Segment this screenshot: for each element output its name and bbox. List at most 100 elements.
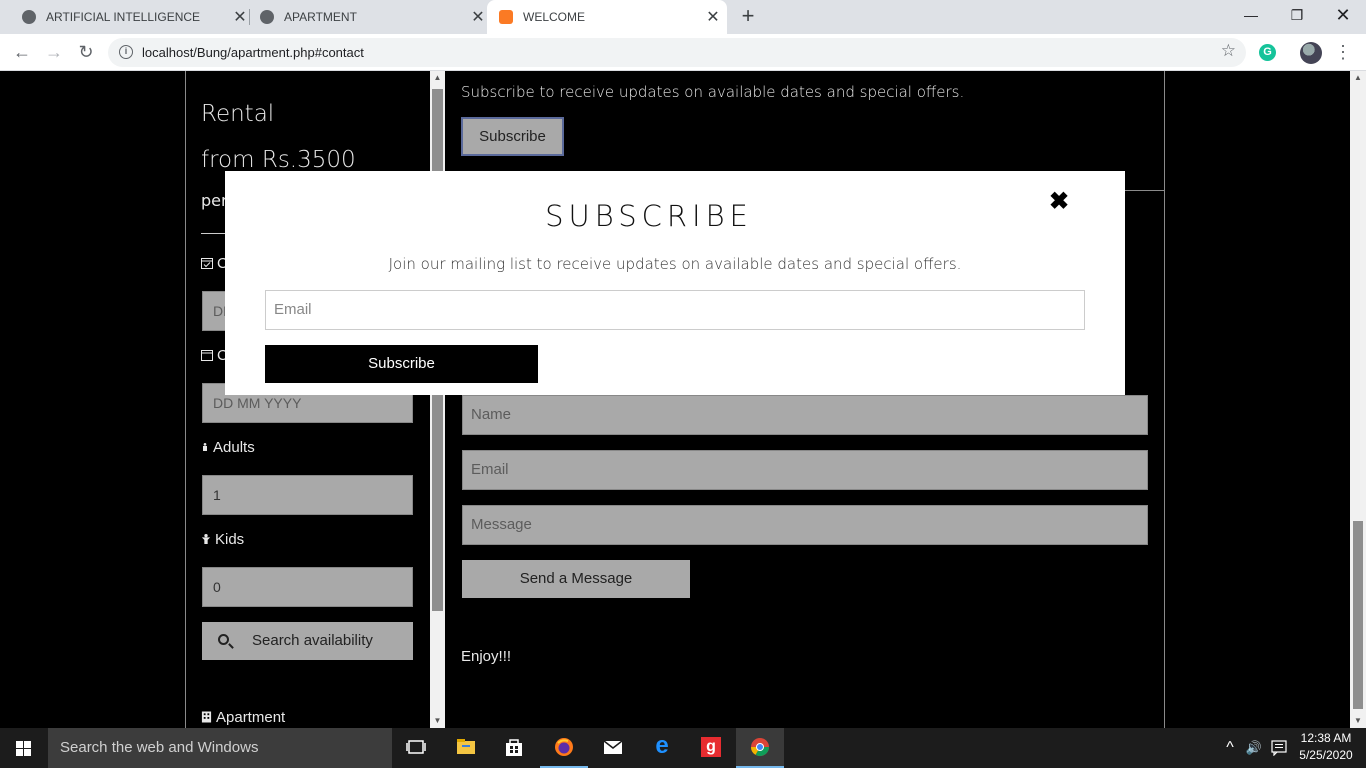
search-icon: [218, 634, 229, 645]
page-viewport: Rental from Rs.3500 per C DD C DD MM YYY…: [0, 71, 1366, 728]
maximize-button[interactable]: ❐: [1274, 0, 1320, 30]
task-view-icon: [406, 740, 426, 754]
url-text[interactable]: localhost/Bung/apartment.php#contact: [142, 45, 364, 60]
forward-button[interactable]: →: [41, 39, 67, 65]
profile-avatar[interactable]: [1300, 42, 1322, 64]
store-button[interactable]: [490, 728, 538, 768]
scroll-down-arrow-icon[interactable]: ▼: [430, 714, 445, 728]
firefox-icon: [555, 738, 573, 756]
clock-date: 5/25/2020: [1299, 748, 1353, 762]
rental-per: per: [201, 191, 228, 210]
xampp-icon: [499, 10, 513, 24]
tab-title: WELCOME: [523, 10, 586, 24]
checkin-label: C: [201, 255, 228, 272]
address-bar[interactable]: i localhost/Bung/apartment.php#contact ☆: [108, 38, 1246, 67]
column-divider: [1164, 71, 1165, 728]
clock-time: 12:38 AM: [1300, 731, 1352, 745]
store-bag-icon: [506, 739, 522, 756]
contact-email-input[interactable]: Email: [462, 450, 1148, 490]
send-message-button[interactable]: Send a Message: [462, 560, 690, 598]
globe-icon: [22, 10, 36, 24]
taskbar-search-box[interactable]: Search the web and Windows: [48, 728, 392, 768]
grammarly-extension-icon[interactable]: G: [1259, 44, 1276, 61]
tab-strip: ARTIFICIAL INTELLIGENCE ✕ APARTMENT ✕ WE…: [0, 0, 1366, 34]
contact-message-input[interactable]: Message: [462, 505, 1148, 545]
divider: [201, 233, 225, 234]
adults-label-text: Adults: [213, 439, 255, 456]
rental-price: from Rs.3500: [201, 147, 356, 173]
modal-email-input[interactable]: Email: [265, 290, 1085, 330]
minimize-button[interactable]: —: [1228, 0, 1274, 30]
kids-label: Kids: [201, 531, 244, 548]
notification-icon: [1271, 740, 1287, 757]
search-availability-label: Search availability: [252, 632, 373, 649]
system-clock[interactable]: 12:38 AM 5/25/2020: [1296, 730, 1356, 764]
adults-input[interactable]: 1: [202, 475, 413, 515]
tab-close-icon[interactable]: ✕: [470, 7, 486, 27]
tab-apartment[interactable]: APARTMENT ✕: [250, 0, 486, 34]
subscribe-modal: SUBSCRIBE ✖ Join our mailing list to rec…: [225, 171, 1125, 395]
enjoy-text: Enjoy!!!: [461, 648, 512, 665]
kids-label-text: Kids: [215, 531, 245, 548]
file-explorer-button[interactable]: [442, 728, 490, 768]
new-tab-button[interactable]: +: [738, 4, 758, 28]
modal-description: Join our mailing list to receive updates…: [388, 255, 962, 273]
tab-close-icon[interactable]: ✕: [705, 7, 721, 27]
bookmark-star-icon[interactable]: ☆: [1221, 41, 1236, 61]
page-subscribe-button[interactable]: Subscribe: [461, 117, 564, 156]
tab-welcome[interactable]: WELCOME ✕: [487, 0, 727, 34]
scroll-down-arrow-icon[interactable]: ▼: [1350, 714, 1366, 728]
calendar-icon: [201, 350, 213, 361]
action-center-button[interactable]: [1268, 728, 1290, 768]
start-button[interactable]: [0, 728, 48, 768]
rental-title: Rental: [201, 101, 275, 127]
site-info-icon[interactable]: i: [119, 45, 133, 59]
tab-close-icon[interactable]: ✕: [232, 7, 248, 27]
browser-menu-icon[interactable]: ⋮: [1334, 40, 1352, 64]
back-button[interactable]: ←: [9, 39, 35, 65]
chrome-button[interactable]: [736, 728, 784, 768]
firefox-button[interactable]: [540, 728, 588, 768]
tab-artificial-intelligence[interactable]: ARTIFICIAL INTELLIGENCE ✕: [12, 0, 248, 34]
calendar-check-icon: [201, 258, 213, 269]
modal-title: SUBSCRIBE: [545, 199, 753, 233]
subscribe-info-text: Subscribe to receive updates on availabl…: [461, 83, 965, 101]
close-window-button[interactable]: ✕: [1320, 0, 1366, 30]
modal-subscribe-button[interactable]: Subscribe: [265, 345, 538, 383]
edge-icon: e: [655, 732, 669, 759]
kids-input[interactable]: 0: [202, 567, 413, 607]
search-availability-button[interactable]: Search availability: [202, 622, 413, 660]
windows-logo-icon: [16, 749, 23, 756]
close-icon[interactable]: ✖: [1047, 189, 1071, 215]
gaana-button[interactable]: g: [687, 728, 735, 768]
windows-logo-icon: [16, 741, 23, 748]
globe-icon: [260, 10, 274, 24]
mail-envelope-icon: [603, 740, 623, 754]
folder-icon: [457, 739, 475, 754]
scroll-up-arrow-icon[interactable]: ▲: [1350, 71, 1366, 85]
child-icon: [201, 534, 211, 544]
gaana-icon: g: [701, 737, 721, 757]
task-view-button[interactable]: [392, 728, 440, 768]
male-person-icon: [203, 443, 207, 451]
sidebar-scrollbar[interactable]: ▲ ▼: [430, 71, 445, 728]
adults-label: Adults: [201, 439, 255, 456]
reload-button[interactable]: ↻: [73, 39, 99, 65]
checkout-label: C: [201, 347, 228, 364]
show-hidden-icons-button[interactable]: ^: [1220, 728, 1240, 768]
page-scrollbar[interactable]: ▲ ▼: [1350, 71, 1366, 728]
chrome-icon: [751, 738, 769, 757]
windows-logo-icon: [24, 741, 31, 748]
browser-toolbar: ← → ↻ i localhost/Bung/apartment.php#con…: [0, 34, 1366, 71]
scrollbar-thumb[interactable]: [1353, 521, 1363, 709]
column-divider: [185, 71, 186, 728]
apartment-label-text: Apartment: [216, 709, 286, 726]
edge-button[interactable]: e: [638, 728, 686, 768]
mail-button[interactable]: [589, 728, 637, 768]
tab-title: APARTMENT: [284, 10, 357, 24]
scroll-up-arrow-icon[interactable]: ▲: [430, 71, 445, 85]
volume-icon[interactable]: 🔊: [1244, 728, 1264, 768]
tab-title: ARTIFICIAL INTELLIGENCE: [46, 10, 201, 24]
contact-name-input[interactable]: Name: [462, 395, 1148, 435]
building-icon: [201, 711, 212, 723]
